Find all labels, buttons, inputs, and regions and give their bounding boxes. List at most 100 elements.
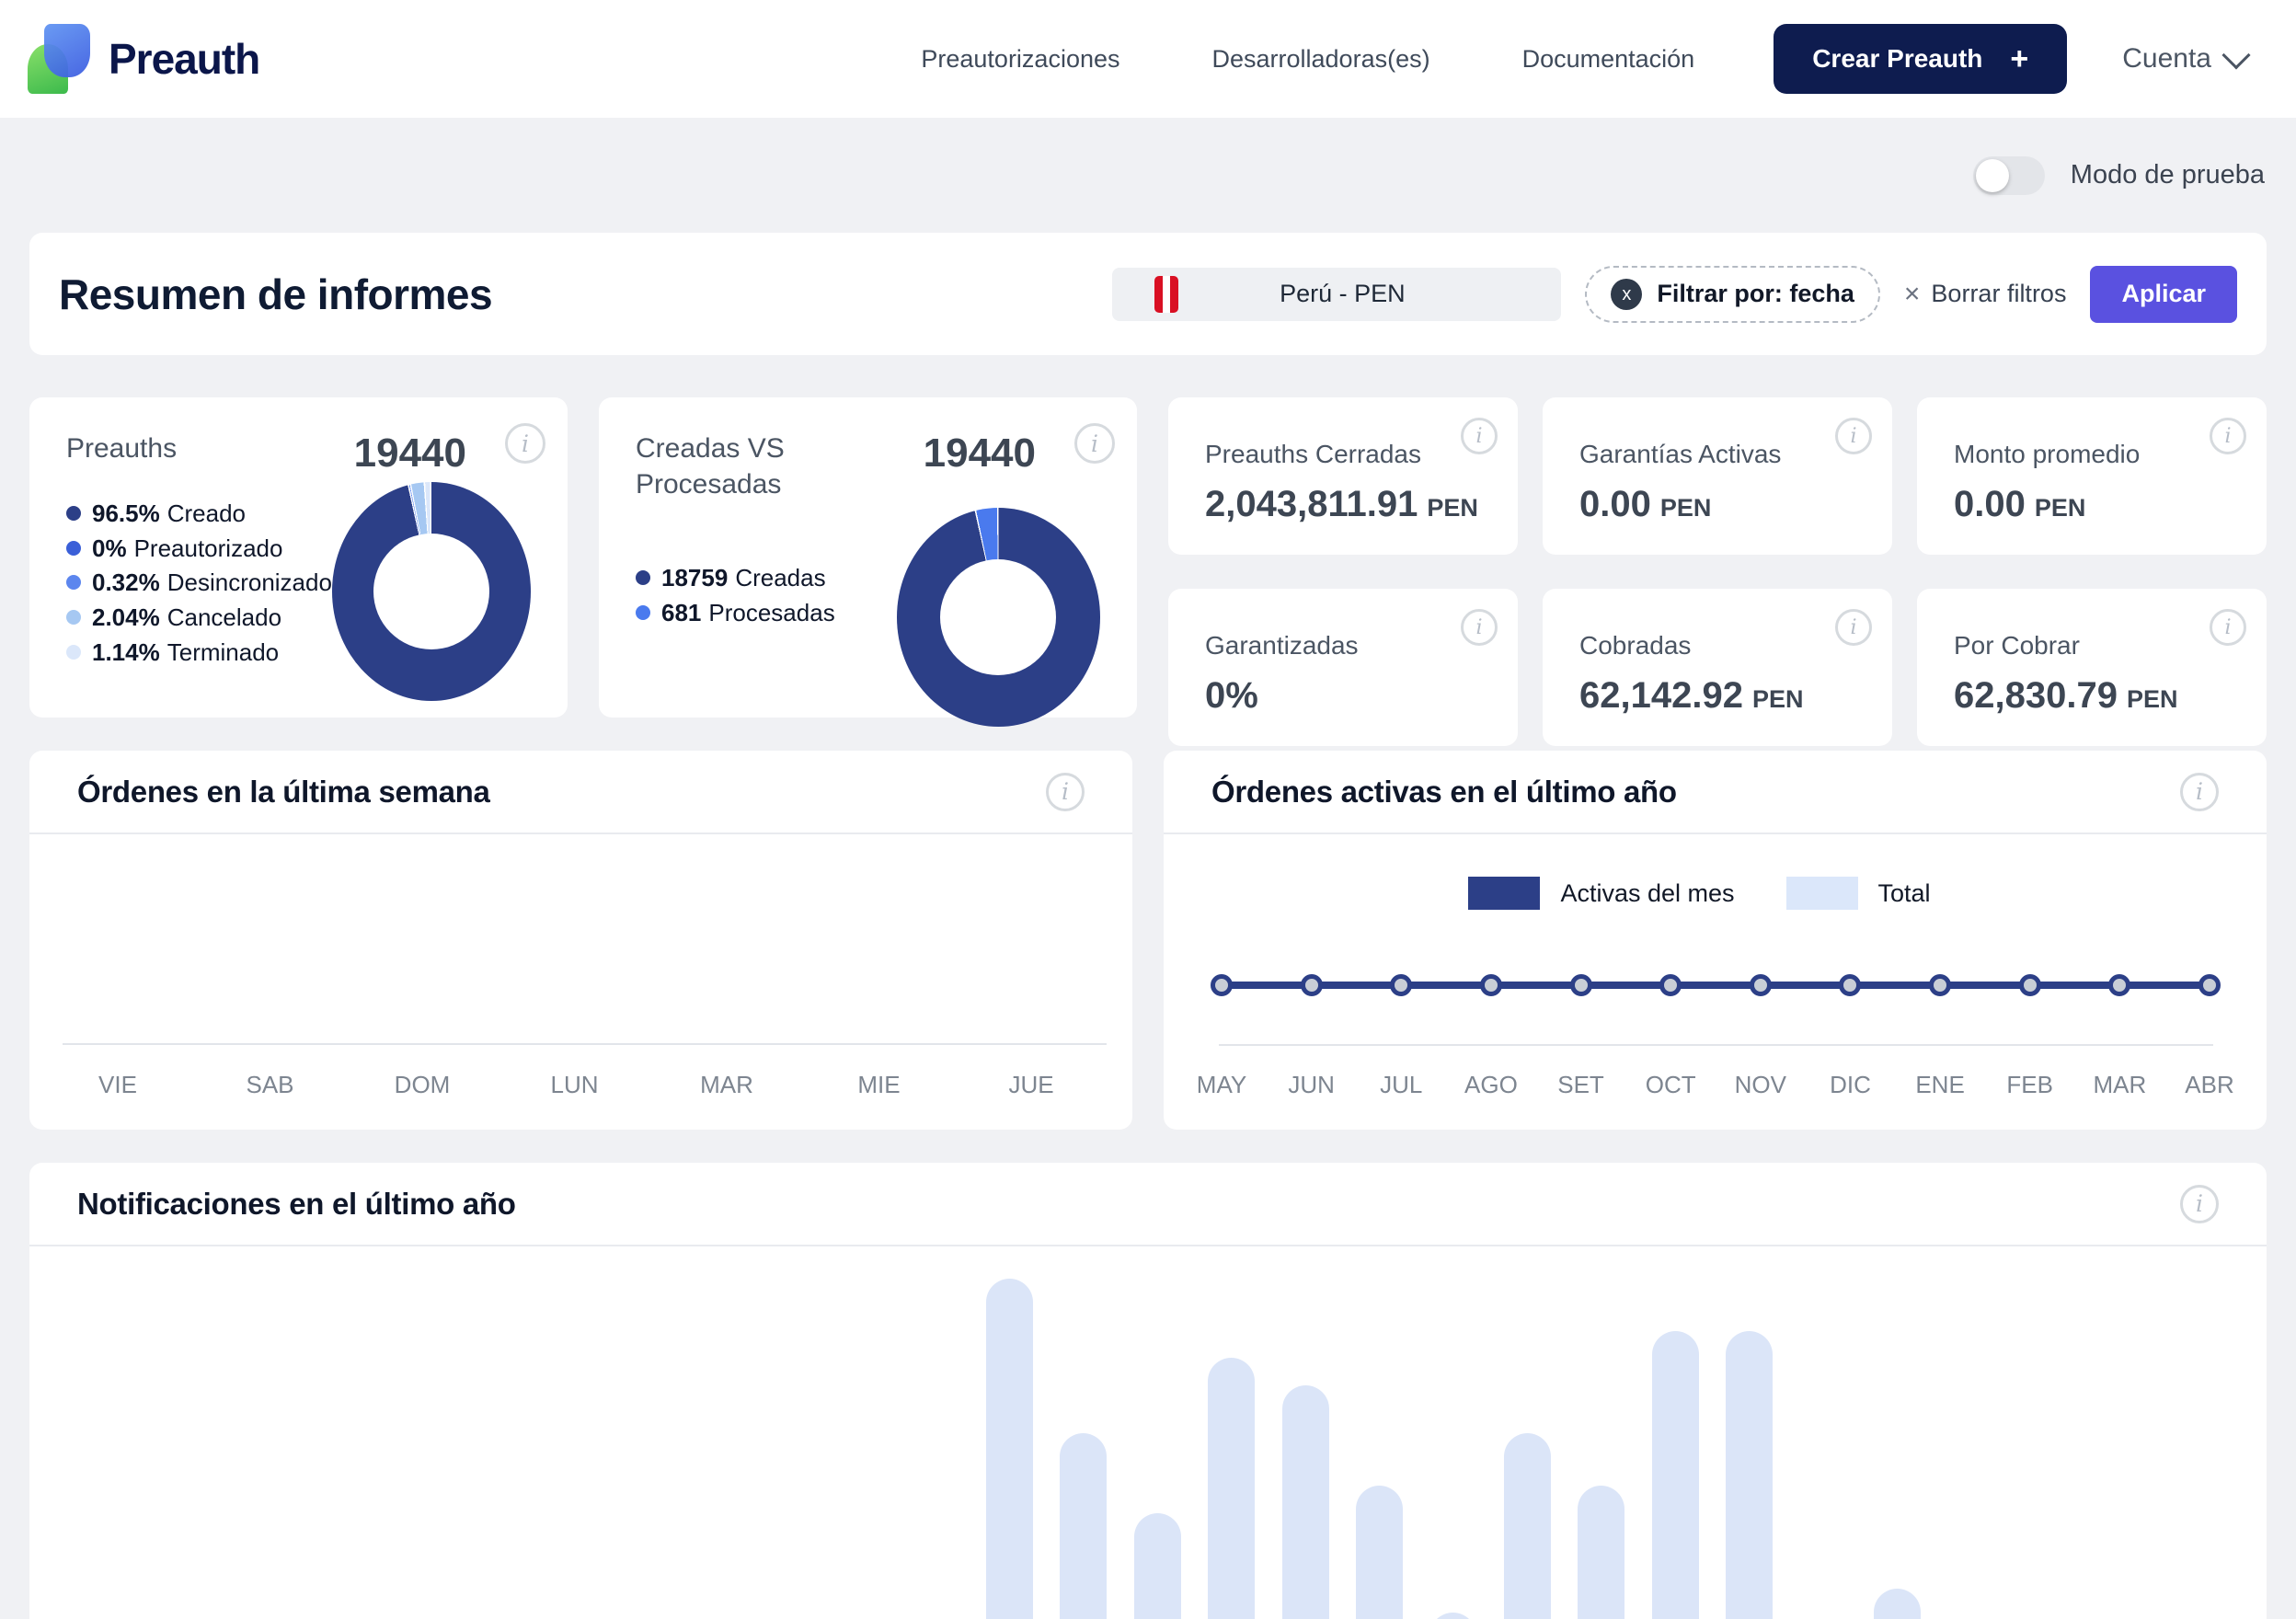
logo-icon	[28, 24, 92, 94]
legend-dot	[66, 610, 81, 625]
info-icon[interactable]: i	[1074, 423, 1115, 464]
notification-bar	[1208, 1358, 1255, 1619]
notification-bar	[986, 1279, 1033, 1619]
stats-grid: i Preauths Cerradas 2,043,811.91PEN i Ga…	[1168, 397, 2267, 718]
close-icon: ×	[1904, 279, 1921, 310]
notification-bar	[1874, 1589, 1921, 1619]
filter-chip-label: Filtrar por: fecha	[1657, 280, 1854, 308]
stat-value: 0.00	[1954, 484, 2026, 524]
axis-tick-label: JUL	[1380, 1071, 1422, 1099]
axis-tick-label: SAB	[246, 1071, 293, 1099]
stat-value: 62,142.92	[1579, 675, 1743, 716]
remove-filter-icon[interactable]: x	[1611, 279, 1642, 310]
legend-label-total: Total	[1878, 879, 1931, 908]
line-point	[1659, 974, 1682, 996]
info-icon[interactable]: i	[1046, 773, 1085, 811]
donut-hole	[373, 534, 489, 649]
stat-card-monto-promedio: i Monto promedio 0.00PEN	[1917, 397, 2267, 555]
line-path	[1222, 982, 2210, 989]
clear-filters-label: Borrar filtros	[1931, 280, 2066, 308]
nav-item-desarrolladoras[interactable]: Desarrolladoras(es)	[1212, 45, 1430, 74]
country-currency-selector[interactable]: Perú - PEN	[1112, 268, 1561, 321]
stat-value: 62,830.79	[1954, 675, 2118, 716]
preauths-legend: 96.5%Creado0%Preautorizado0.32%Desincron…	[66, 497, 332, 670]
axis-tick-label: JUE	[1008, 1071, 1053, 1099]
top-navigation-bar: Preauth Preautorizaciones Desarrolladora…	[0, 0, 2296, 118]
preauths-total: 19440	[354, 431, 531, 477]
info-icon[interactable]: i	[1835, 609, 1872, 646]
line-point	[2108, 974, 2130, 996]
notification-bar	[1282, 1385, 1329, 1619]
notification-bar	[1429, 1613, 1476, 1619]
country-currency-label: Perú - PEN	[1178, 280, 1506, 308]
creadas-donut-chart	[897, 508, 1100, 727]
legend-text: 18759Creadas	[661, 561, 826, 596]
axis-tick-label: MIE	[857, 1071, 900, 1099]
line-point	[2019, 974, 2041, 996]
axis-tick-label: NOV	[1735, 1071, 1786, 1099]
notification-bar	[1356, 1486, 1403, 1619]
legend-item: 0.32%Desincronizado	[66, 566, 332, 601]
creadas-total: 19440	[924, 431, 1100, 477]
stat-card-garantias-activas: i Garantías Activas 0.00PEN	[1543, 397, 1892, 555]
legend-item: 96.5%Creado	[66, 497, 332, 532]
account-menu[interactable]: Cuenta	[2122, 43, 2246, 75]
toggle-knob	[1976, 159, 2009, 192]
create-preauth-label: Crear Preauth	[1812, 44, 1982, 74]
info-icon[interactable]: i	[1461, 418, 1498, 454]
line-point	[1390, 974, 1412, 996]
info-icon[interactable]: i	[2180, 1185, 2219, 1223]
peru-flag-icon	[1154, 276, 1178, 313]
legend-text: 0%Preautorizado	[92, 532, 282, 567]
creadas-procesadas-card: Creadas VS Procesadas 19440 i 18759Cread…	[599, 397, 1137, 718]
test-mode-toggle[interactable]	[1973, 156, 2045, 195]
axis-tick-label: SET	[1557, 1071, 1604, 1099]
apply-button[interactable]: Aplicar	[2090, 266, 2237, 323]
info-icon[interactable]: i	[2210, 418, 2246, 454]
preauths-donut-card: Preauths 19440 i 96.5%Creado0%Preautoriz…	[29, 397, 568, 718]
line-series	[1222, 973, 2210, 997]
legend-text: 96.5%Creado	[92, 497, 246, 532]
stat-unit: PEN	[2035, 494, 2086, 522]
charts-row: Órdenes en la última semana i VIESABDOML…	[29, 751, 2267, 1130]
axis-tick-label: DOM	[395, 1071, 451, 1099]
chart-title: Órdenes activas en el último año	[1211, 775, 1677, 810]
axis-tick-label: AGO	[1464, 1071, 1518, 1099]
notification-bar	[1060, 1433, 1107, 1619]
notification-bar	[1504, 1433, 1551, 1619]
filter-by-date-chip[interactable]: x Filtrar por: fecha	[1585, 266, 1880, 323]
axis-tick-label: ENE	[1915, 1071, 1964, 1099]
legend-text: 2.04%Cancelado	[92, 601, 281, 636]
creadas-legend: 18759Creadas681Procesadas	[636, 561, 897, 630]
app-logo[interactable]: Preauth	[28, 24, 259, 94]
create-preauth-button[interactable]: Crear Preauth +	[1774, 24, 2067, 94]
axis-tick-label: ABR	[2185, 1071, 2233, 1099]
legend-swatch-total	[1786, 877, 1858, 910]
stat-value: 0.00	[1579, 484, 1651, 524]
info-icon[interactable]: i	[1461, 609, 1498, 646]
legend-dot	[636, 605, 650, 620]
x-axis-line	[1219, 1044, 2213, 1046]
legend-dot	[66, 541, 81, 556]
legend-label-activas: Activas del mes	[1560, 879, 1734, 908]
info-icon[interactable]: i	[2210, 609, 2246, 646]
x-axis-labels: MAYJUNJULAGOSETOCTNOVDICENEFEBMARABR	[1222, 1071, 2210, 1098]
plus-icon: +	[2010, 43, 2028, 75]
stat-unit: PEN	[1427, 494, 1478, 522]
stat-card-preauths-cerradas: i Preauths Cerradas 2,043,811.91PEN	[1168, 397, 1518, 555]
info-icon[interactable]: i	[2180, 773, 2219, 811]
week-orders-plot: VIESABDOMLUNMARMIEJUE	[29, 834, 1132, 1130]
info-icon[interactable]: i	[505, 423, 545, 464]
legend-item: 681Procesadas	[636, 596, 897, 631]
legend-dot	[636, 570, 650, 585]
nav-item-preautorizaciones[interactable]: Preautorizaciones	[921, 45, 1119, 74]
line-point	[1480, 974, 1502, 996]
stat-title: Preauths Cerradas	[1205, 440, 1481, 469]
info-icon[interactable]: i	[1835, 418, 1872, 454]
nav-item-documentacion[interactable]: Documentación	[1522, 45, 1695, 74]
clear-filters-button[interactable]: × Borrar filtros	[1904, 279, 2067, 310]
notifications-bar-chart	[29, 1246, 2267, 1619]
test-mode-label: Modo de prueba	[2071, 160, 2265, 190]
line-point	[1929, 974, 1951, 996]
legend-swatch-activas	[1468, 877, 1540, 910]
